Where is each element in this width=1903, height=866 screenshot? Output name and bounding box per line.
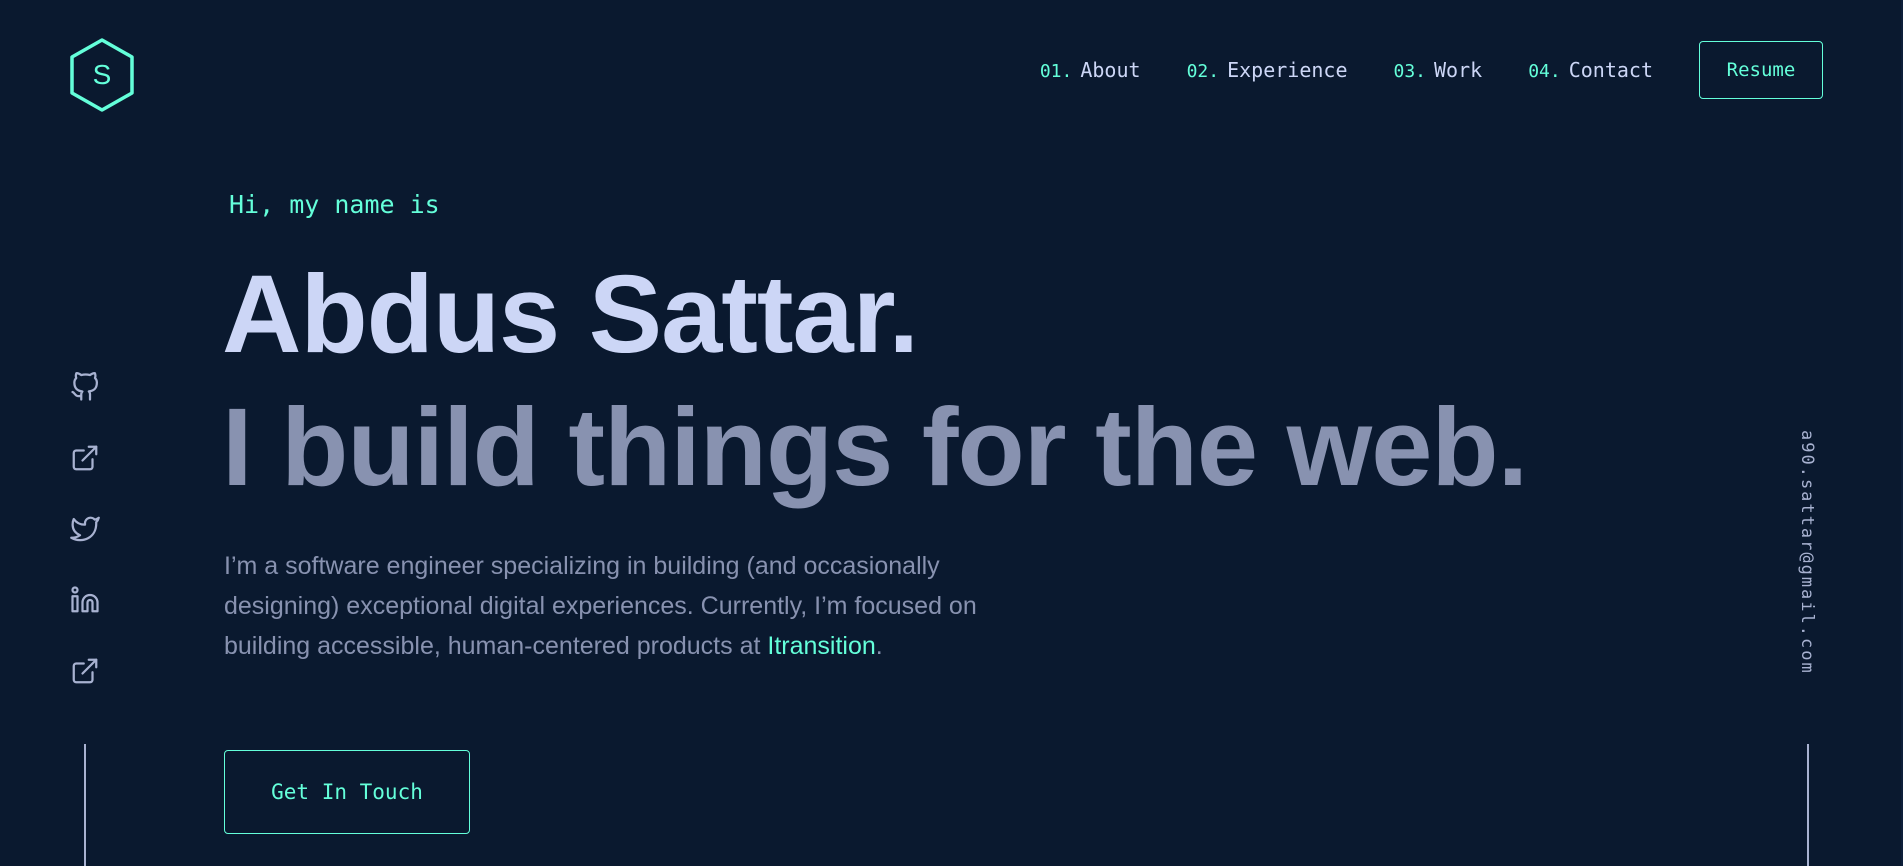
github-link[interactable] [68,370,102,404]
email-link[interactable]: a90.sattar@gmail.com [1797,430,1817,675]
nav-item-about[interactable]: 01. About [1040,58,1141,82]
nav-label: About [1080,58,1141,82]
twitter-link[interactable] [68,512,102,546]
nav-number: 03. [1393,61,1427,82]
hero-tagline: I build things for the web. [222,386,1528,509]
right-divider-line [1807,744,1809,866]
nav-item-work[interactable]: 03. Work [1394,58,1483,82]
github-icon [71,372,98,401]
external-link[interactable] [68,441,102,475]
nav-number: 01. [1039,61,1073,82]
linkedin-link[interactable] [68,583,102,617]
nav-number: 02. [1186,61,1220,82]
nav-label: Contact [1568,58,1653,82]
nav-label: Work [1434,58,1483,82]
nav-item-experience[interactable]: 02. Experience [1187,58,1348,82]
logo[interactable]: S [68,37,136,113]
hero-bio-suffix: . [875,632,883,660]
hero-greeting: Hi, my name is [229,190,440,219]
logo-letter: S [92,59,112,90]
nav-item-contact[interactable]: 04. Contact [1528,58,1653,82]
hero-name: Abdus Sattar. [222,253,919,376]
resume-button[interactable]: Resume [1699,41,1823,99]
external-link-icon [72,658,98,684]
external-link-icon [72,445,98,471]
social-sidebar [68,370,102,725]
get-in-touch-button[interactable]: Get In Touch [224,750,470,834]
twitter-icon [70,516,100,542]
company-link[interactable]: Itransition [767,632,875,660]
left-divider-line [84,744,86,866]
linkedin-icon [71,586,99,613]
hero-bio: I’m a software engineer specializing in … [224,546,1054,666]
main-nav: 01. About 02. Experience 03. Work 04. Co… [994,40,1823,100]
nav-number: 04. [1528,61,1561,82]
nav-label: Experience [1227,58,1348,82]
external-link[interactable] [68,654,102,688]
